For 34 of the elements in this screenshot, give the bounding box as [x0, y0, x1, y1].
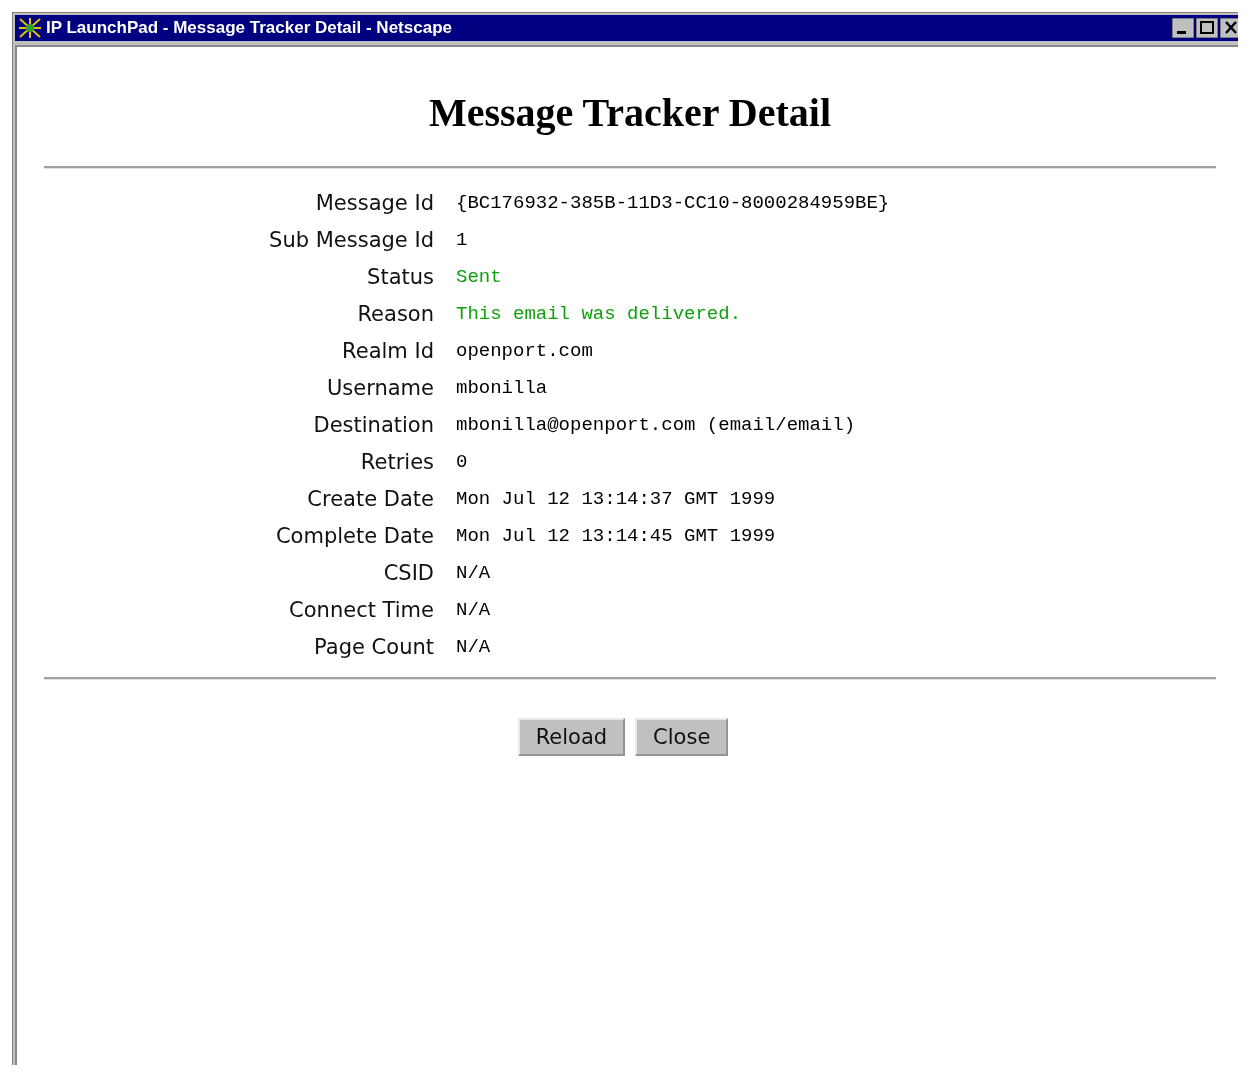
star-logo-icon — [18, 17, 42, 39]
field-label: CSID — [383, 561, 434, 585]
field-label: Realm Id — [342, 339, 434, 363]
field-value: {BC176932-385B-11D3-CC10-8000284959BE} — [456, 192, 891, 214]
maximize-button[interactable] — [1196, 18, 1218, 38]
window-title: IP LaunchPad - Message Tracker Detail - Netscape — [46, 18, 453, 38]
close-button[interactable] — [1220, 18, 1238, 38]
field-value: Mon Jul 12 13:14:45 GMT 1999 — [456, 525, 777, 547]
field-label: Connect Time — [289, 598, 434, 622]
field-label: Destination — [313, 413, 434, 437]
action-button[interactable]: Reload — [517, 718, 626, 756]
field-label: Reason — [357, 302, 434, 326]
field-value: This email was delivered. — [456, 303, 743, 325]
field-value: N/A — [456, 636, 492, 658]
field-label: Sub Message Id — [269, 228, 434, 252]
field-value: mbonilla — [456, 377, 549, 399]
field-value: Mon Jul 12 13:14:37 GMT 1999 — [456, 488, 777, 510]
field-label: Status — [367, 265, 434, 289]
field-label: Username — [326, 376, 434, 400]
action-button[interactable]: Close — [635, 718, 729, 756]
minimize-button[interactable] — [1172, 18, 1194, 38]
field-label: Retries — [360, 450, 434, 474]
field-label: Complete Date — [275, 524, 434, 548]
field-value: 0 — [456, 451, 469, 473]
field-value: mbonilla@openport.com (email/email) — [456, 414, 857, 436]
field-value: N/A — [456, 562, 492, 584]
field-label: Create Date — [307, 487, 434, 511]
field-value: openport.com — [456, 340, 594, 362]
field-value: N/A — [456, 599, 492, 621]
field-label: Page Count — [314, 635, 434, 659]
field-value: Sent — [456, 266, 503, 288]
field-label: Message Id — [315, 191, 434, 215]
page-heading: Message Tracker Detail — [428, 89, 832, 136]
field-value: 1 — [456, 229, 469, 251]
